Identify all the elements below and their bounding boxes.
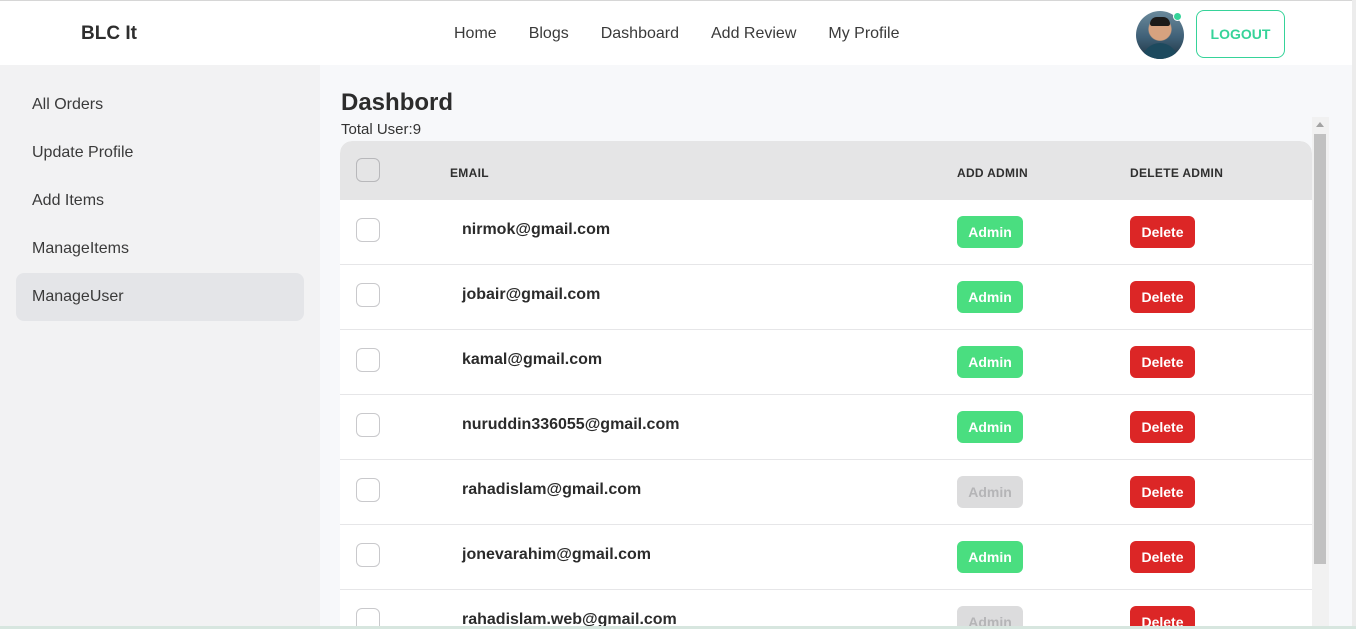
logout-button[interactable]: LOGOUT xyxy=(1196,10,1285,58)
user-email: jonevarahim@gmail.com xyxy=(462,546,651,563)
user-email: kamal@gmail.com xyxy=(462,351,603,368)
make-admin-button[interactable]: Admin xyxy=(957,281,1023,313)
make-admin-button[interactable]: Admin xyxy=(957,216,1023,248)
column-header-email: EMAIL xyxy=(450,166,489,180)
row-checkbox[interactable] xyxy=(356,543,380,567)
column-header-add-admin: ADD ADMIN xyxy=(957,166,1028,180)
users-table: EMAIL ADD ADMIN DELETE ADMIN nirmok@gmai… xyxy=(340,141,1312,629)
scroll-up-arrow-icon[interactable] xyxy=(1316,122,1324,127)
make-admin-button[interactable]: Admin xyxy=(957,541,1023,573)
make-admin-button[interactable]: Admin xyxy=(957,411,1023,443)
delete-user-button[interactable]: Delete xyxy=(1130,541,1195,573)
online-status-dot xyxy=(1173,12,1182,21)
nav-link-dashboard[interactable]: Dashboard xyxy=(601,25,679,43)
make-admin-button[interactable]: Admin xyxy=(957,346,1023,378)
delete-user-button[interactable]: Delete xyxy=(1130,476,1195,508)
table-row: nirmok@gmail.com Admin Delete xyxy=(340,200,1312,265)
delete-user-button[interactable]: Delete xyxy=(1130,281,1195,313)
brand-logo[interactable]: BLC It xyxy=(81,23,137,45)
sidebar-item-add-items[interactable]: Add Items xyxy=(16,177,304,225)
delete-user-button[interactable]: Delete xyxy=(1130,216,1195,248)
table-row: nuruddin336055@gmail.com Admin Delete xyxy=(340,395,1312,460)
vertical-scrollbar[interactable] xyxy=(1312,117,1329,629)
main-content: Dashbord Total User:9 EMAIL ADD ADMIN DE… xyxy=(320,65,1352,629)
nav-link-my-profile[interactable]: My Profile xyxy=(828,25,899,43)
table-row: kamal@gmail.com Admin Delete xyxy=(340,330,1312,395)
delete-user-button[interactable]: Delete xyxy=(1130,346,1195,378)
row-checkbox[interactable] xyxy=(356,413,380,437)
user-email: nirmok@gmail.com xyxy=(462,221,611,238)
table-row: rahadislam.web@gmail.com Admin Delete xyxy=(340,590,1312,629)
row-checkbox[interactable] xyxy=(356,218,380,242)
row-checkbox[interactable] xyxy=(356,478,380,502)
nav-link-home[interactable]: Home xyxy=(454,25,497,43)
table-header: EMAIL ADD ADMIN DELETE ADMIN xyxy=(340,141,1312,200)
table-row: jobair@gmail.com Admin Delete xyxy=(340,265,1312,330)
row-checkbox[interactable] xyxy=(356,348,380,372)
avatar-shirt xyxy=(1142,43,1178,59)
sidebar-item-all-orders[interactable]: All Orders xyxy=(16,81,304,129)
user-email: rahadislam@gmail.com xyxy=(462,481,642,498)
nav-link-add-review[interactable]: Add Review xyxy=(711,25,796,43)
sidebar-item-manage-user[interactable]: ManageUser xyxy=(16,273,304,321)
delete-user-button[interactable]: Delete xyxy=(1130,411,1195,443)
page-title: Dashbord xyxy=(341,89,454,116)
user-email: nuruddin336055@gmail.com xyxy=(462,416,680,433)
sidebar-item-manage-items[interactable]: ManageItems xyxy=(16,225,304,273)
sidebar-item-update-profile[interactable]: Update Profile xyxy=(16,129,304,177)
user-email: jobair@gmail.com xyxy=(462,286,601,303)
table-row: rahadislam@gmail.com Admin Delete xyxy=(340,460,1312,525)
top-navbar: BLC It Home Blogs Dashboard Add Review M… xyxy=(0,0,1356,65)
window-edge xyxy=(1352,0,1356,629)
avatar-hair xyxy=(1150,17,1170,26)
select-all-checkbox[interactable] xyxy=(356,158,380,182)
sidebar: All Orders Update Profile Add Items Mana… xyxy=(0,65,320,629)
nav-links: Home Blogs Dashboard Add Review My Profi… xyxy=(454,25,900,43)
make-admin-button-disabled: Admin xyxy=(957,476,1023,508)
total-users-count: Total User:9 xyxy=(341,121,422,138)
scrollbar-thumb[interactable] xyxy=(1314,134,1326,564)
table-row: jonevarahim@gmail.com Admin Delete xyxy=(340,525,1312,590)
nav-link-blogs[interactable]: Blogs xyxy=(529,25,569,43)
column-header-delete-admin: DELETE ADMIN xyxy=(1130,166,1224,180)
row-checkbox[interactable] xyxy=(356,283,380,307)
